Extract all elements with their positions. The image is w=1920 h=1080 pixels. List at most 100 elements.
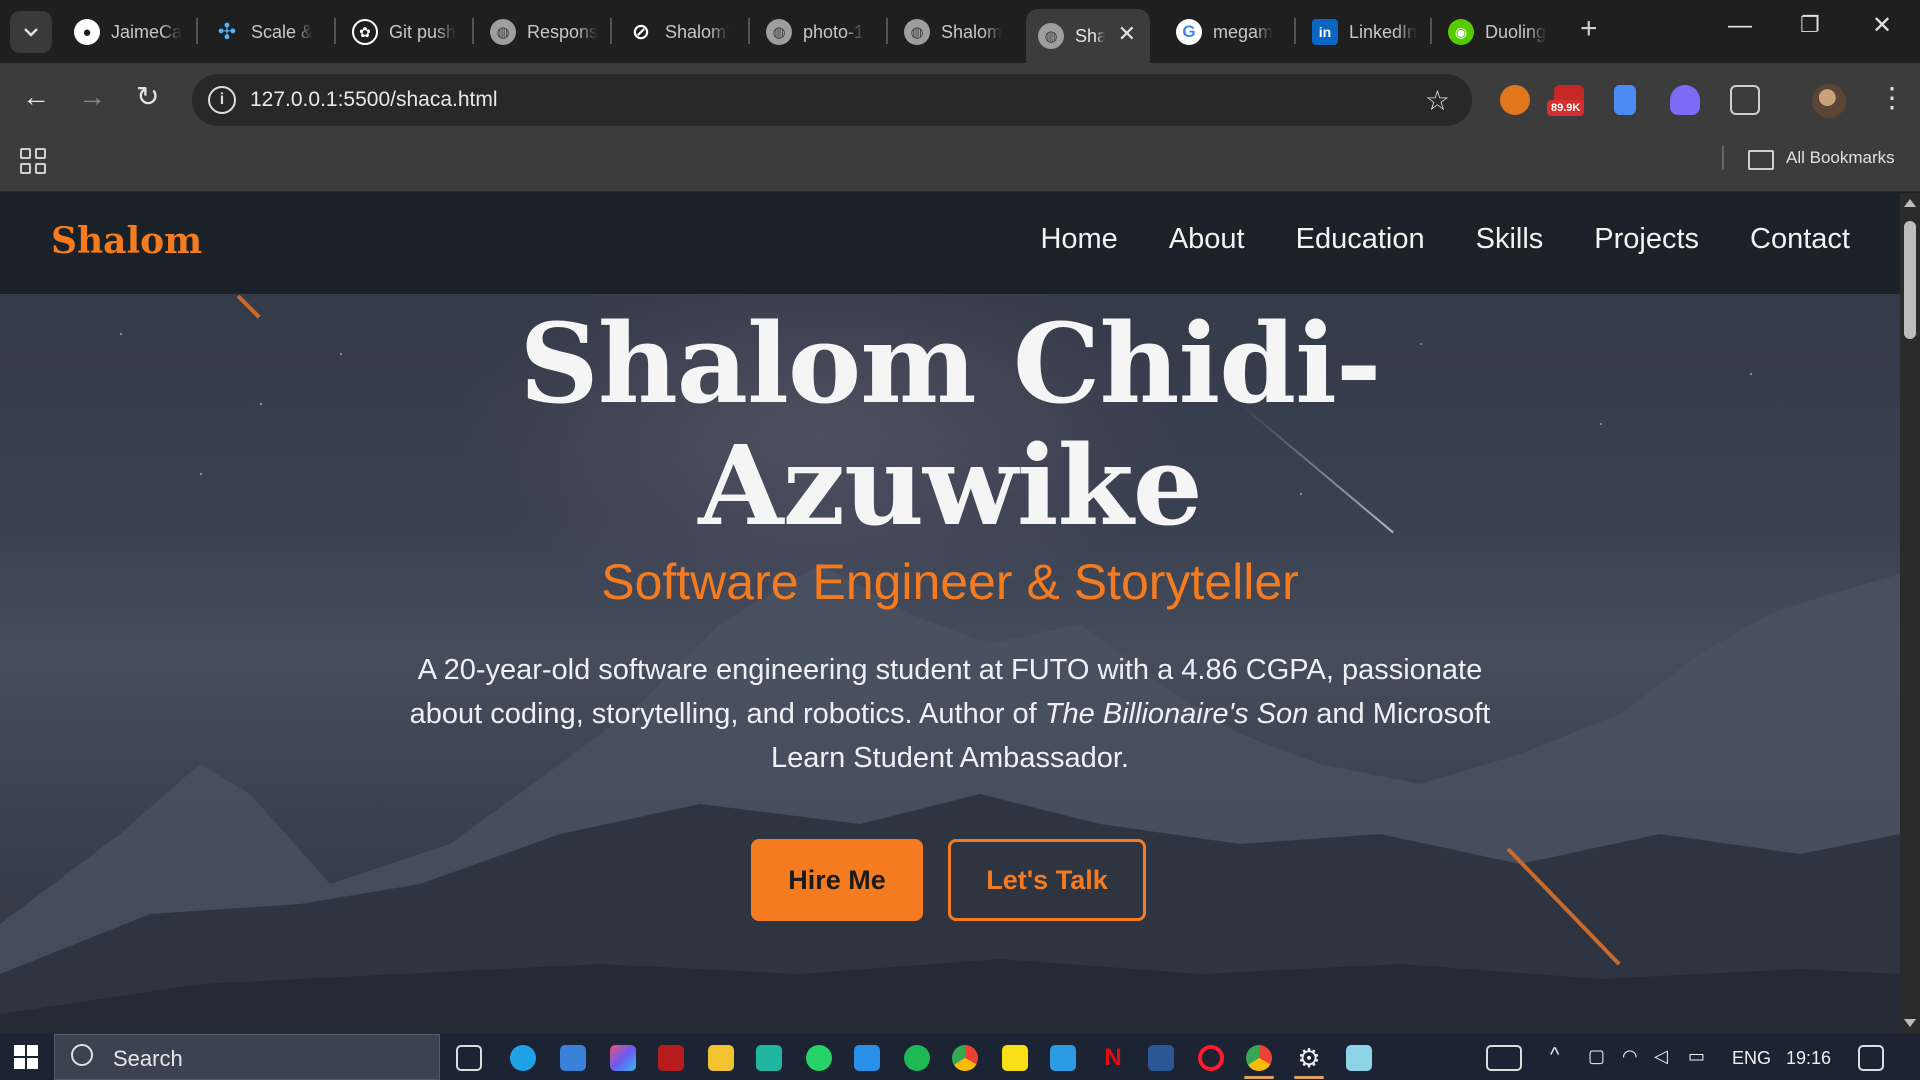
taskbar-search-label: Search [113,1046,183,1071]
reload-button[interactable]: ↻ [136,83,159,111]
notifications-icon[interactable] [1858,1045,1884,1071]
news-widget-icon[interactable] [1486,1045,1522,1071]
tab-divider [886,18,888,44]
tab-active-shaca[interactable]: ◍ Sha ✕ [1026,9,1150,63]
tab-title: JaimeCa [111,21,183,42]
folder-icon[interactable] [1748,150,1774,170]
spotify-icon[interactable] [904,1045,930,1071]
tab-title: megam [1213,21,1274,42]
nav-skills[interactable]: Skills [1476,223,1544,256]
nav-home[interactable]: Home [1040,223,1117,256]
wifi-icon[interactable]: ◠ [1622,1046,1638,1067]
app-blue-icon[interactable] [1050,1045,1076,1071]
forward-button[interactable]: → [78,83,106,111]
profile-avatar[interactable] [1812,84,1846,118]
hire-me-button[interactable]: Hire Me [751,839,923,921]
scroll-down-arrow[interactable] [1904,1019,1916,1027]
edge-icon[interactable] [510,1045,536,1071]
app-cyan-icon[interactable] [1346,1045,1372,1071]
settings-gear-icon[interactable]: ⚙ [1296,1045,1322,1071]
language-indicator[interactable]: ENG [1732,1048,1771,1069]
puzzle-extensions-icon[interactable] [1730,85,1760,115]
hero-name-line-1: Shalom Chidi- [519,299,1381,428]
netflix-icon[interactable]: N [1100,1045,1126,1071]
tab-linkedin[interactable]: in LinkedIn [1300,9,1430,55]
taskbar-search-box[interactable]: Search [54,1034,440,1080]
page-scrollbar[interactable] [1900,193,1920,1034]
tab-duolingo[interactable]: ◉ Duoling [1436,9,1566,55]
menu-kebab-icon[interactable]: ⋮ [1878,84,1906,112]
tab-title: Scale & [251,21,314,42]
tray-chevron-icon[interactable]: ^ [1550,1044,1559,1067]
battery-icon[interactable]: ▭ [1688,1046,1705,1067]
globe-icon: ◍ [904,19,930,45]
volume-icon[interactable]: ◁ [1654,1046,1668,1067]
duolingo-icon: ◉ [1448,19,1474,45]
tab-google[interactable]: G megam [1164,9,1294,55]
apps-grid-icon[interactable] [20,148,46,174]
tab-scale[interactable]: ✣ Scale & [202,9,332,55]
metamask-icon[interactable] [1500,85,1530,115]
tab-divider [196,18,198,44]
scroll-up-arrow[interactable] [1904,199,1916,207]
close-window-button[interactable]: ✕ [1872,14,1892,38]
globe-icon: ◍ [766,19,792,45]
store-icon[interactable] [560,1045,586,1071]
word-icon[interactable] [1148,1045,1174,1071]
whatsapp-icon[interactable] [806,1045,832,1071]
file-explorer-icon[interactable] [708,1045,734,1071]
scrollbar-thumb[interactable] [1904,221,1916,339]
vscode-icon[interactable] [854,1045,880,1071]
nav-projects[interactable]: Projects [1594,223,1699,256]
site-info-icon[interactable]: i [208,86,236,114]
address-bar[interactable]: i 127.0.0.1:5500/shaca.html ☆ [192,74,1472,126]
bookmarks-divider [1722,146,1724,170]
bookmark-star-icon[interactable]: ☆ [1425,84,1450,117]
chrome-icon[interactable] [952,1045,978,1071]
url-text[interactable]: 127.0.0.1:5500/shaca.html [250,88,498,112]
pycharm-icon[interactable] [756,1045,782,1071]
copilot-icon[interactable] [610,1045,636,1071]
windows-start-icon[interactable] [14,1045,38,1069]
tab-search-button[interactable] [10,11,52,53]
hero-name-line-2: Azuwike [698,421,1202,550]
tab-shalom[interactable]: ◍ Shalom [892,9,1022,55]
github-icon: ● [74,19,100,45]
app-red-icon[interactable] [658,1045,684,1071]
tab-title: Shalom' [665,21,730,42]
ai-extension-icon[interactable] [1670,85,1700,115]
task-view-icon[interactable] [456,1045,482,1071]
all-bookmarks-label[interactable]: All Bookmarks [1786,148,1895,168]
new-tab-button[interactable]: + [1580,14,1598,44]
tab-title: LinkedIn [1349,21,1418,42]
globe-icon: ◍ [490,19,516,45]
clock[interactable]: 19:16 [1786,1048,1831,1069]
tab-respons[interactable]: ◍ Respons [478,9,608,55]
site-logo[interactable]: Shalom [51,220,202,262]
browser-toolbar: ← → ↻ i 127.0.0.1:5500/shaca.html ☆ [0,63,1920,137]
nav-education[interactable]: Education [1296,223,1425,256]
restore-button[interactable]: ❐ [1800,14,1820,36]
tab-title: photo-1 [803,21,865,42]
back-button[interactable]: ← [22,83,50,111]
chrome-active-icon[interactable] [1246,1045,1272,1071]
tray-device-icon[interactable]: ▢ [1588,1046,1605,1067]
tab-divider [334,18,336,44]
site-header: Shalom Home About Education Skills Proje… [0,193,1900,294]
tab-photo[interactable]: ◍ photo-1 [754,9,884,55]
tab-divider [748,18,750,44]
tab-shalom-ai[interactable]: ⊘ Shalom' [616,9,746,55]
hero-subtitle: Software Engineer & Storyteller [601,554,1299,610]
document-extension-icon[interactable] [1614,85,1636,115]
opera-icon[interactable] [1198,1045,1224,1071]
minimize-button[interactable]: — [1728,14,1752,38]
tab-github[interactable]: ● JaimeCa [62,9,192,55]
lets-talk-button[interactable]: Let's Talk [948,839,1146,921]
close-tab-icon[interactable]: ✕ [1118,23,1136,45]
tab-git-push[interactable]: ✿ Git push [340,9,470,55]
nav-about[interactable]: About [1169,223,1245,256]
tab-strip: ● JaimeCa ✣ Scale & ✿ Git push ◍ Respons… [0,0,1920,63]
sticky-notes-icon[interactable] [1002,1045,1028,1071]
book-title: The Billionaire's Son [1044,698,1309,730]
nav-contact[interactable]: Contact [1750,223,1850,256]
